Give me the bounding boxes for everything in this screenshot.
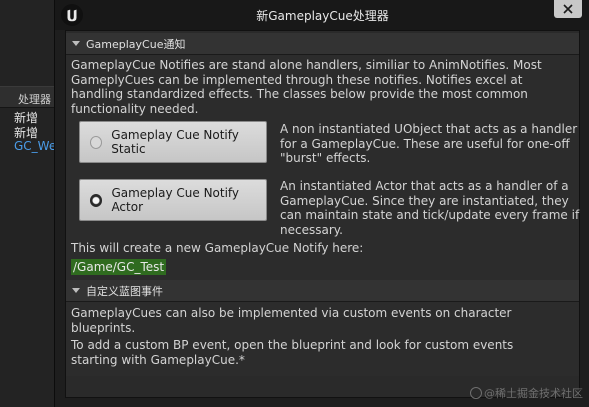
notify-actor-button[interactable]: Gameplay Cue Notify Actor <box>79 179 267 221</box>
notify-section: GameplayCue通知 GameplayCue Notifies are s… <box>66 33 579 283</box>
notify-description: GameplayCue Notifies are stand alone han… <box>71 58 542 116</box>
new-gameplaycue-handler-dialog: 新GameplayCue处理器 GameplayCue通知 GameplayCu… <box>54 0 589 407</box>
notify-section-title: GameplayCue通知 <box>86 37 186 51</box>
background-panel-header-label: 处理器 <box>18 93 51 106</box>
watermark: @稀土掘金技术社区 <box>470 385 583 401</box>
bp-events-line-2: To add a custom BP event, open the bluep… <box>71 338 514 367</box>
notify-static-button[interactable]: Gameplay Cue Notify Static <box>79 121 267 163</box>
notify-section-body: GameplayCue Notifies are stand alone han… <box>66 55 579 283</box>
bp-events-section: 自定义蓝图事件 GameplayCues can also be impleme… <box>66 280 579 376</box>
collapse-arrow-icon <box>72 288 80 293</box>
bp-events-section-title: 自定义蓝图事件 <box>86 284 163 298</box>
radio-icon <box>90 135 103 149</box>
dialog-content: GameplayCue通知 GameplayCue Notifies are s… <box>65 30 580 398</box>
notify-static-label: Gameplay Cue Notify Static <box>111 127 239 157</box>
notify-static-description: A non instantiated UObject that acts as … <box>280 122 578 165</box>
dialog-title: 新GameplayCue处理器 <box>256 9 389 23</box>
bp-events-line-1: GameplayCues can also be implemented via… <box>71 306 512 335</box>
dialog-titlebar[interactable]: 新GameplayCue处理器 <box>55 0 589 30</box>
background-list-item-link[interactable]: GC_We <box>14 139 56 153</box>
option-row-static: Gameplay Cue Notify Static A non instant… <box>71 121 577 179</box>
bp-events-section-header[interactable]: 自定义蓝图事件 <box>66 280 579 302</box>
radio-selected-icon <box>90 193 103 207</box>
close-icon <box>563 4 573 14</box>
option-row-actor: Gameplay Cue Notify Actor An instantiate… <box>71 179 579 237</box>
create-path-label: This will create a new GameplayCue Notif… <box>71 241 364 255</box>
watermark-text: @稀土掘金技术社区 <box>484 387 583 400</box>
notify-actor-description: An instantiated Actor that acts as a han… <box>280 179 580 237</box>
notify-section-header[interactable]: GameplayCue通知 <box>66 33 579 55</box>
bp-events-section-body: GameplayCues can also be implemented via… <box>66 302 579 376</box>
create-path-value[interactable]: /Game/GC_Test <box>71 258 167 275</box>
notify-actor-label: Gameplay Cue Notify Actor <box>111 185 240 215</box>
close-button[interactable] <box>554 0 582 18</box>
collapse-arrow-icon <box>72 41 80 46</box>
watermark-icon <box>470 387 482 399</box>
